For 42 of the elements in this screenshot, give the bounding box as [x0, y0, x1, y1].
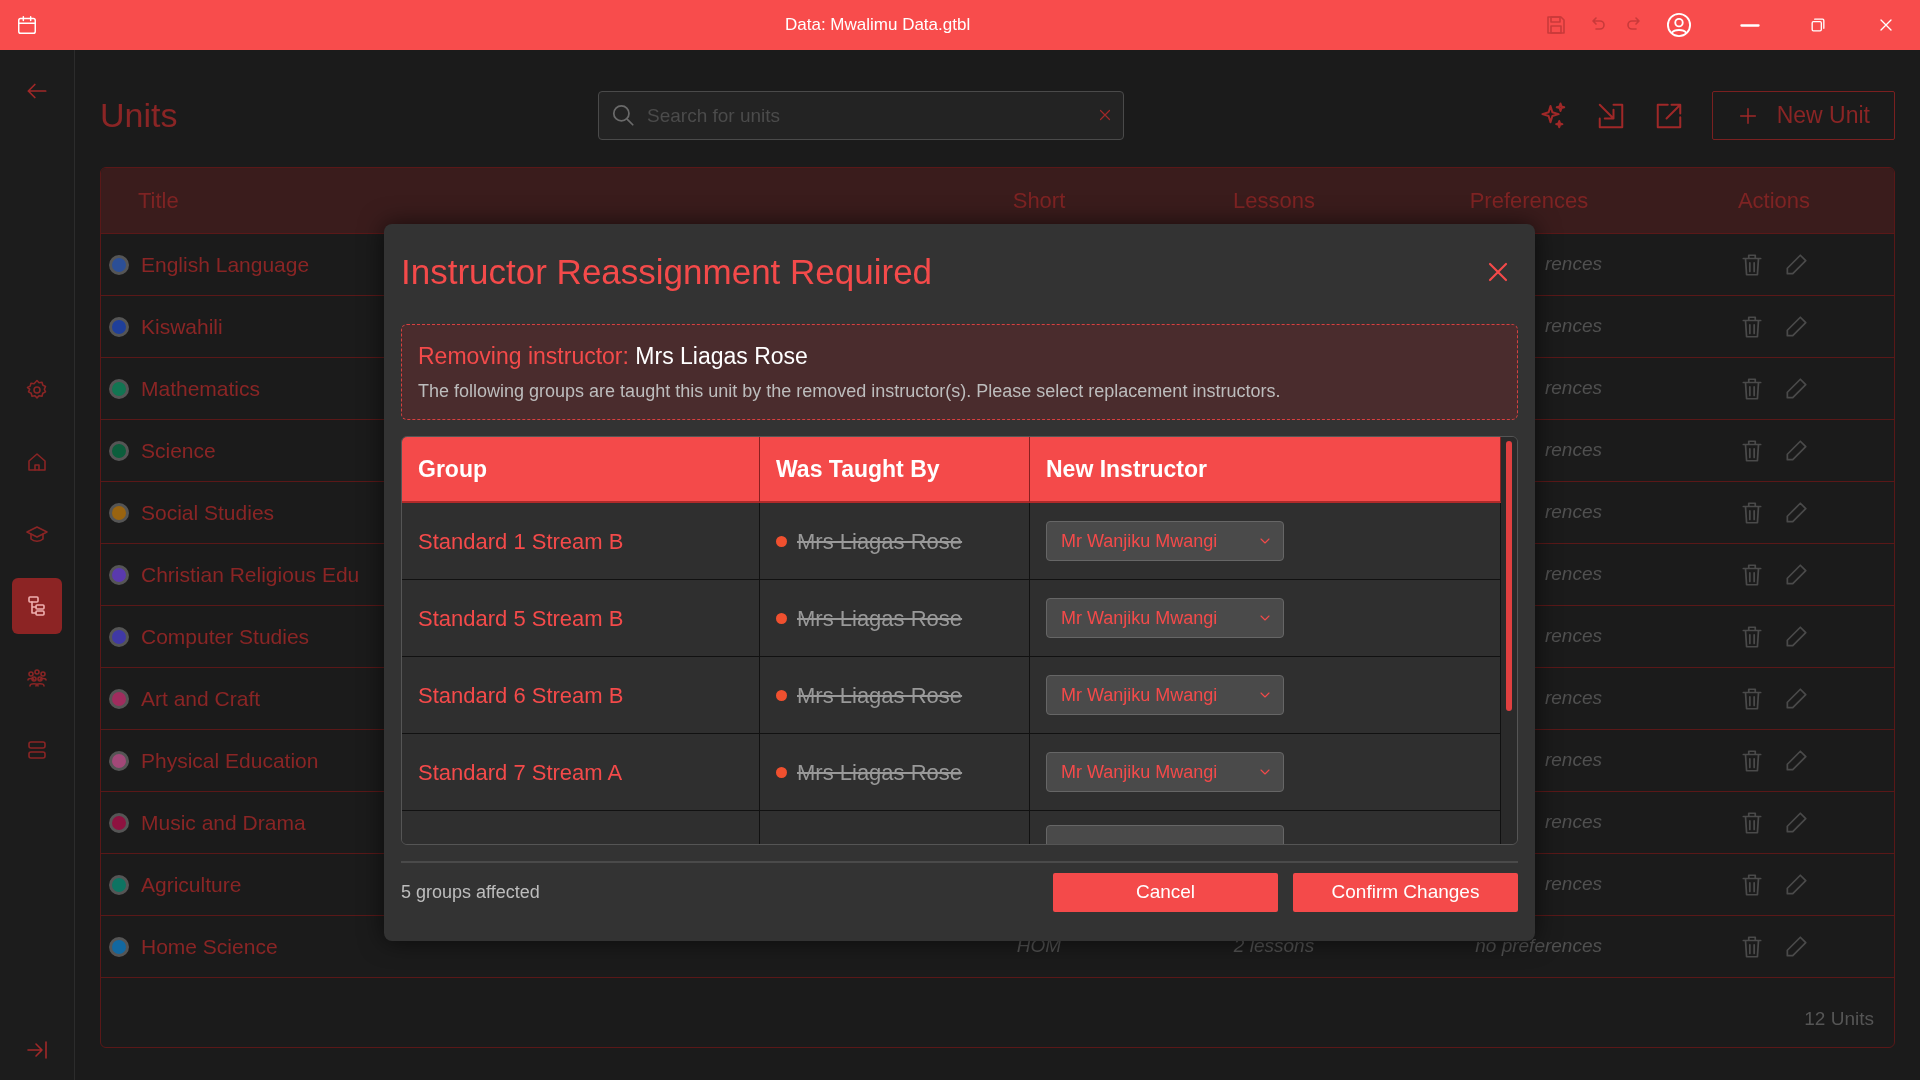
column-header: New Instructor	[1030, 437, 1501, 503]
unit-title[interactable]: Music and Drama	[141, 806, 306, 839]
column-header: Short	[1011, 187, 1067, 215]
cancel-button[interactable]: Cancel	[1053, 872, 1278, 912]
dialog-title: Instructor Reassignment Required	[401, 251, 933, 293]
unit-title[interactable]: Science	[141, 434, 216, 467]
instructor-select[interactable]: Mr Wanjiku Mwangi	[1046, 521, 1284, 561]
group-name: Standard 5 Stream B	[402, 580, 760, 657]
unit-title[interactable]: Art and Craft	[141, 682, 261, 715]
previous-instructor: Mrs Liagas Rose	[797, 758, 963, 787]
new-unit-button[interactable]: New Unit	[1711, 91, 1895, 140]
group-name: Standard 1 Stream B	[402, 503, 760, 580]
column-header: Was Taught By	[760, 437, 1030, 503]
unit-title[interactable]: Home Science	[141, 930, 278, 963]
unit-title[interactable]: Christian Religious Edu	[141, 558, 360, 591]
group-name: Standard 6 Stream B	[402, 657, 760, 734]
column-header: Preferences	[1468, 187, 1590, 215]
column-header: Lessons	[1232, 187, 1316, 215]
previous-instructor: Mrs Liagas Rose	[797, 604, 963, 633]
column-header: Group	[402, 437, 760, 503]
notice-text: The following groups are taught this unit by the removed instructor(s). Please select replacement instructors.	[418, 379, 1282, 403]
column-header: Actions	[1736, 187, 1812, 215]
notice-heading: Removing instructor: Mrs Liagas Rose	[418, 342, 809, 371]
previous-instructor: Mrs Liagas Rose	[797, 527, 963, 556]
previous-instructor: Mrs Liagas Rose	[797, 681, 963, 710]
unit-title[interactable]: Physical Education	[141, 744, 319, 777]
unit-title[interactable]: Agriculture	[141, 868, 242, 901]
instructor-select[interactable]: Mr Wanjiku Mwangi	[1046, 598, 1284, 638]
unit-title[interactable]: Computer Studies	[141, 620, 310, 653]
unit-title[interactable]: Mathematics	[141, 372, 261, 405]
affected-count: 5 groups affected	[401, 880, 541, 904]
group-name: Standard 7 Stream A	[402, 734, 760, 811]
unit-title[interactable]: Kiswahili	[141, 310, 223, 343]
instructor-select[interactable]: Mr Wanjiku Mwangi	[1046, 675, 1284, 715]
unit-title[interactable]: English Language	[141, 248, 310, 281]
unit-title[interactable]: Social Studies	[141, 496, 275, 529]
confirm-button[interactable]: Confirm Changes	[1293, 872, 1518, 912]
page-heading: Units	[100, 95, 179, 136]
window-title: Data: Mwalimu Data.gtbl	[785, 14, 971, 37]
column-header: Title	[137, 187, 180, 215]
instructor-select[interactable]: Mr Wanjiku Mwangi	[1046, 752, 1284, 792]
unit-count: 12 Units	[1804, 1006, 1874, 1031]
